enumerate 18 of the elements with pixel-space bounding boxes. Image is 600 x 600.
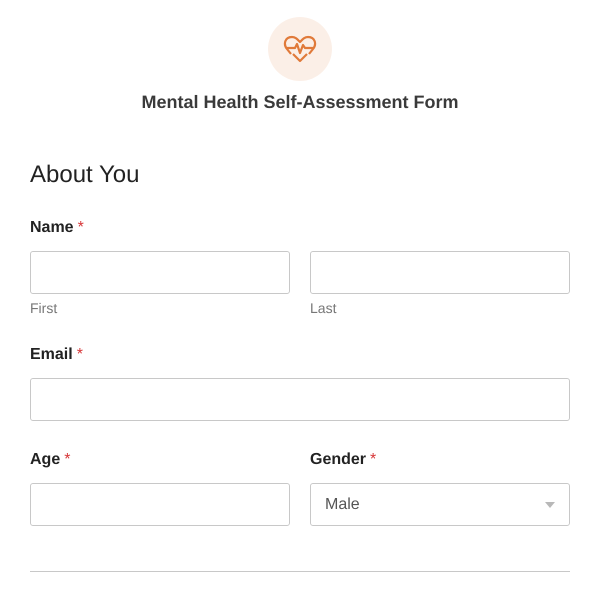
section-heading: About You <box>30 161 140 189</box>
field-label: Email <box>30 346 73 363</box>
required-mark: * <box>76 346 83 363</box>
field-label: Name <box>30 219 74 236</box>
input-field[interactable] <box>310 251 570 294</box>
dropdown-field[interactable]: Male <box>310 483 570 526</box>
sublabel: Last <box>310 300 338 316</box>
required-mark: * <box>64 451 70 468</box>
required-mark: * <box>370 451 376 468</box>
required-mark: * <box>78 219 84 236</box>
field-label: Gender <box>310 451 366 468</box>
sublabel: First <box>30 300 58 316</box>
input-field[interactable] <box>30 483 290 526</box>
form-title: Mental Health Self-Assessment Form <box>141 92 459 113</box>
field-label: Age <box>30 451 60 468</box>
input-field[interactable] <box>30 378 570 421</box>
input-field[interactable] <box>30 251 290 294</box>
caret-icon <box>545 502 555 508</box>
